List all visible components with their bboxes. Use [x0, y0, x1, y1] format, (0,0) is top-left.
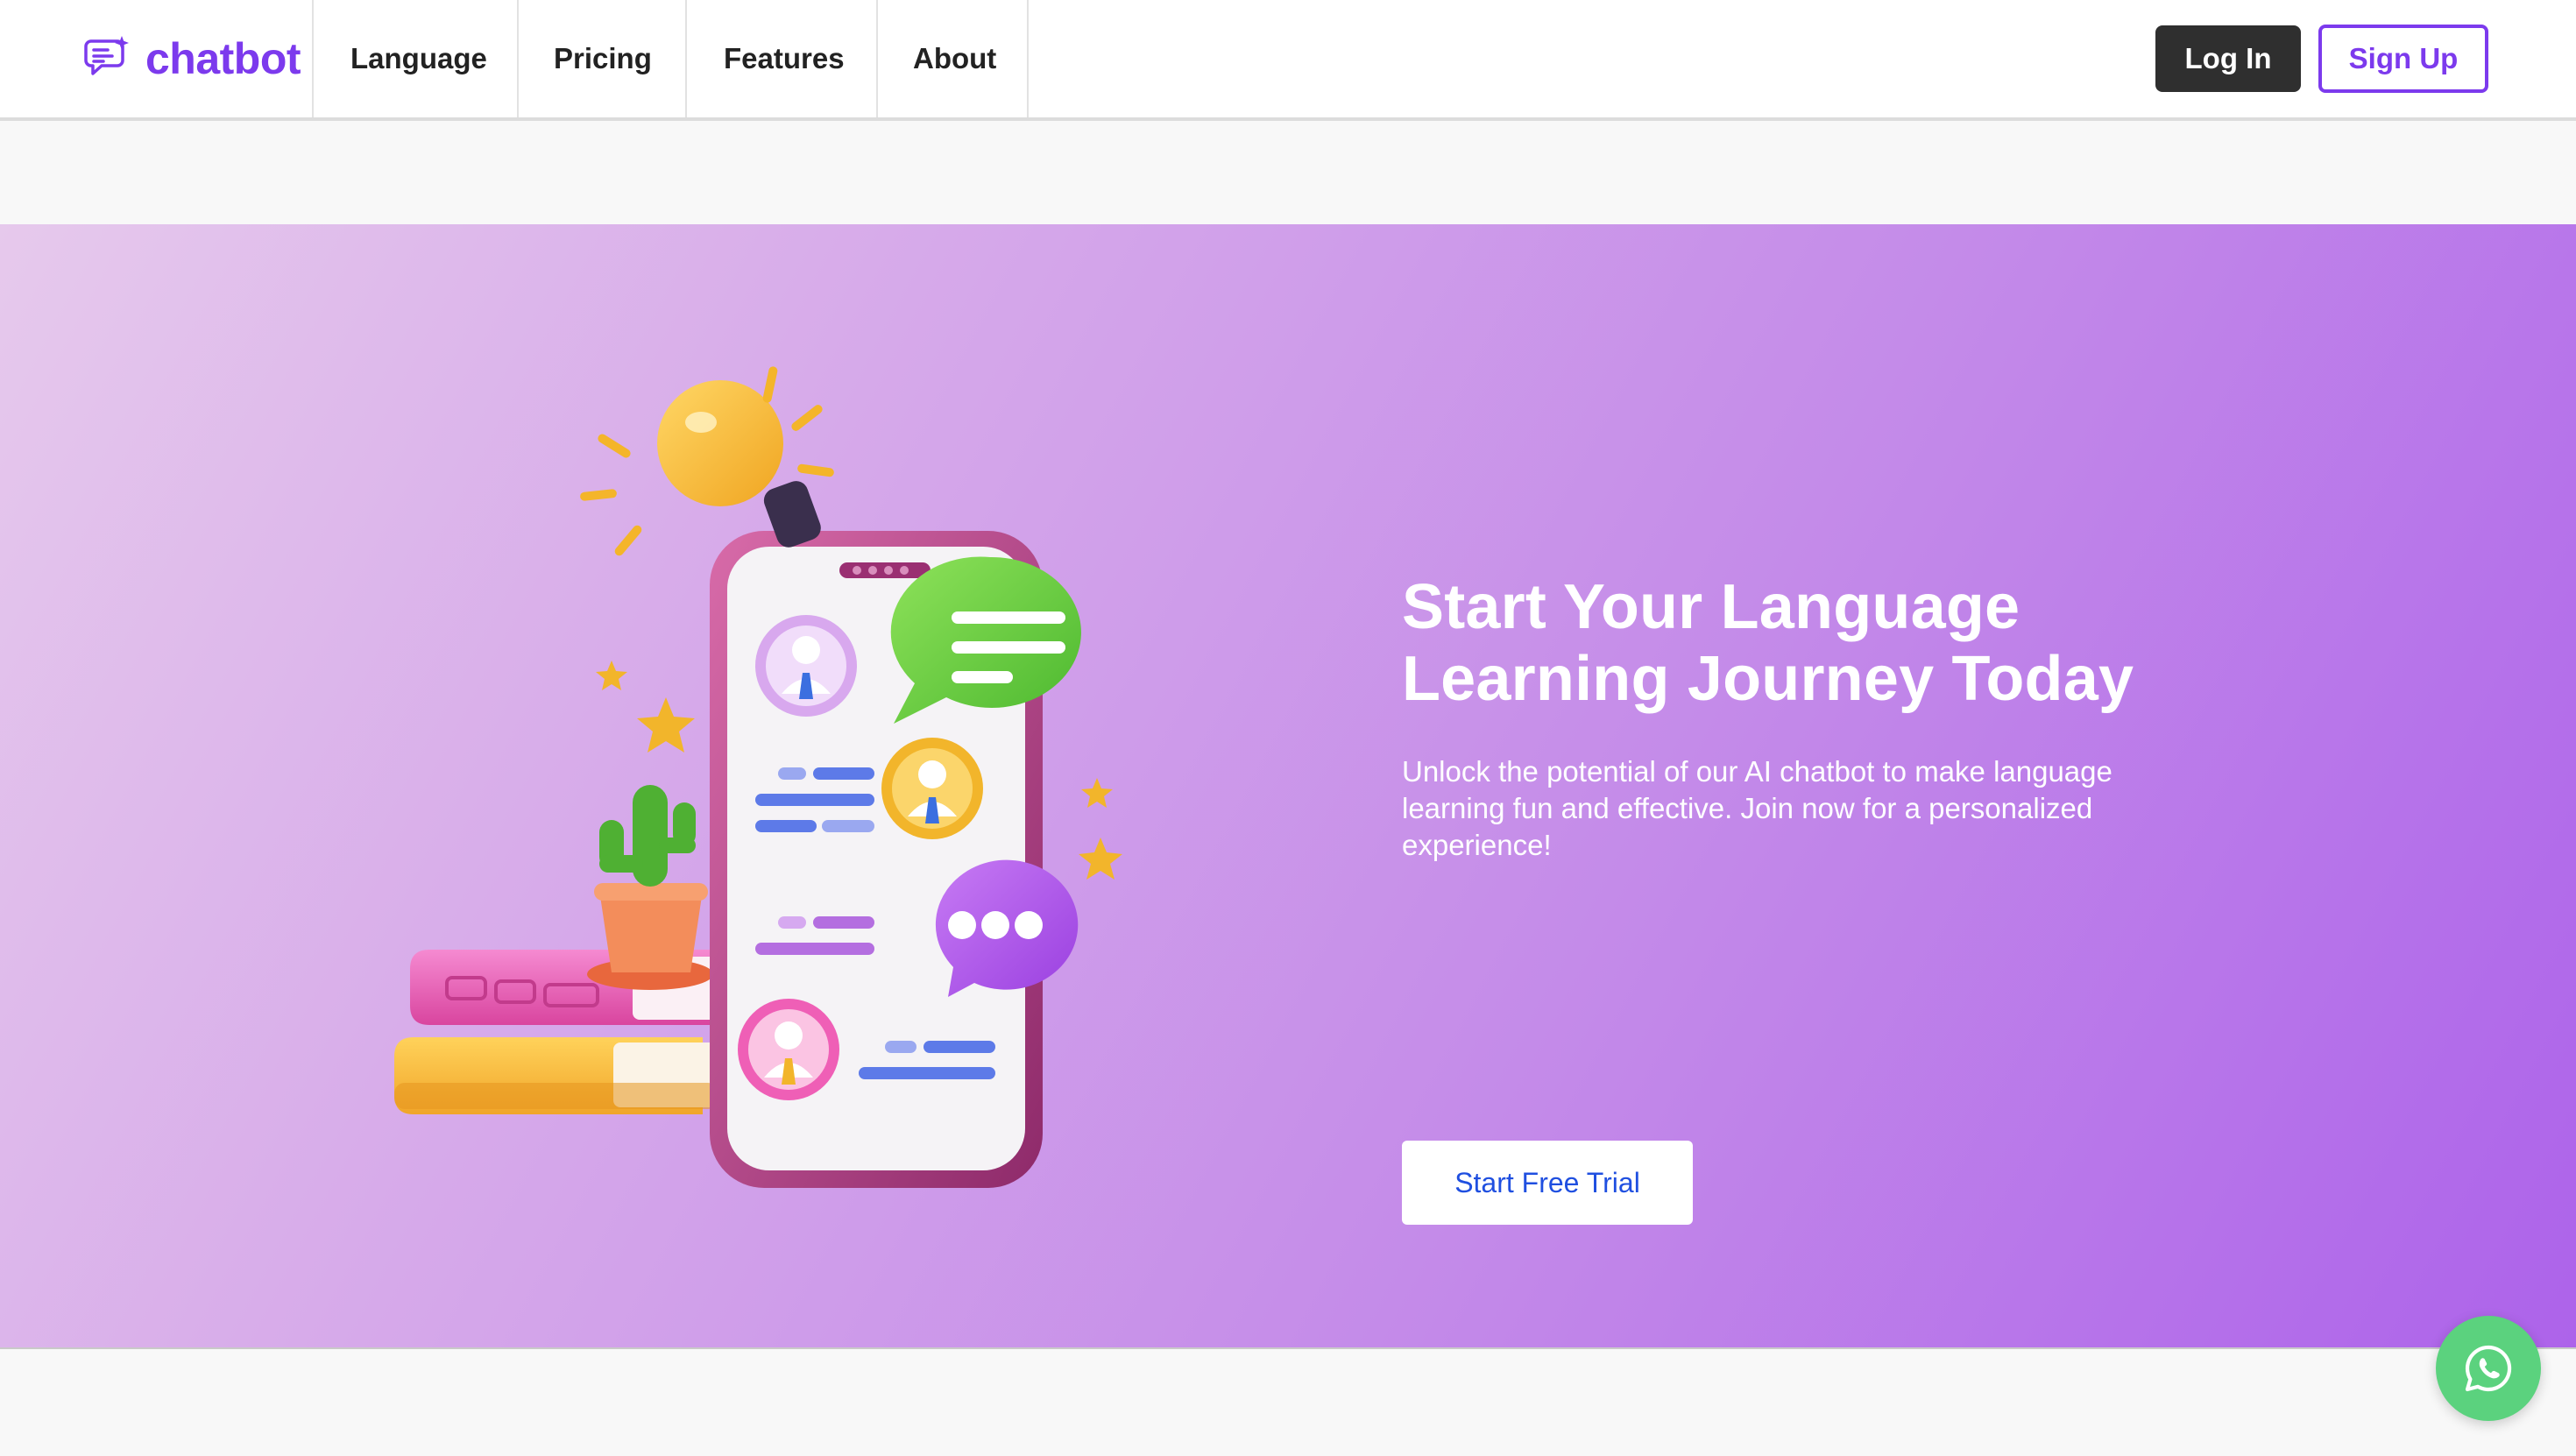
signup-button[interactable]: Sign Up [2318, 25, 2488, 93]
nav-link-pricing[interactable]: Pricing [517, 0, 685, 117]
hero-subtitle: Unlock the potential of our AI chatbot t… [1402, 755, 2112, 861]
start-free-trial-button[interactable]: Start Free Trial [1402, 1141, 1693, 1225]
nav-link-language[interactable]: Language [312, 0, 517, 117]
phone-chat-illustration [394, 366, 1122, 1188]
green-chat-bubble [890, 556, 1081, 724]
brand-logo-link[interactable]: chatbot [84, 28, 301, 89]
whatsapp-chat-button[interactable] [2436, 1316, 2541, 1421]
lightbulb-idea [580, 366, 834, 556]
nav-link-about[interactable]: About [876, 0, 1029, 117]
top-navbar: chatbot Language Pricing Features About … [0, 0, 2576, 121]
hero-section: Start Your Language Learning Journey Tod… [0, 224, 2576, 1349]
whatsapp-icon [2465, 1345, 2512, 1392]
login-button[interactable]: Log In [2155, 25, 2301, 92]
hero-copy: Start Your Language Learning Journey Tod… [1402, 571, 2278, 864]
nav-link-features[interactable]: Features [685, 0, 876, 117]
purple-chat-bubble [935, 859, 1079, 997]
hero-title: Start Your Language Learning Journey Tod… [1402, 572, 2134, 714]
main-nav: Language Pricing Features About [312, 0, 1029, 117]
chat-sparkle-icon [84, 36, 129, 75]
brand-name: chatbot [145, 34, 301, 83]
